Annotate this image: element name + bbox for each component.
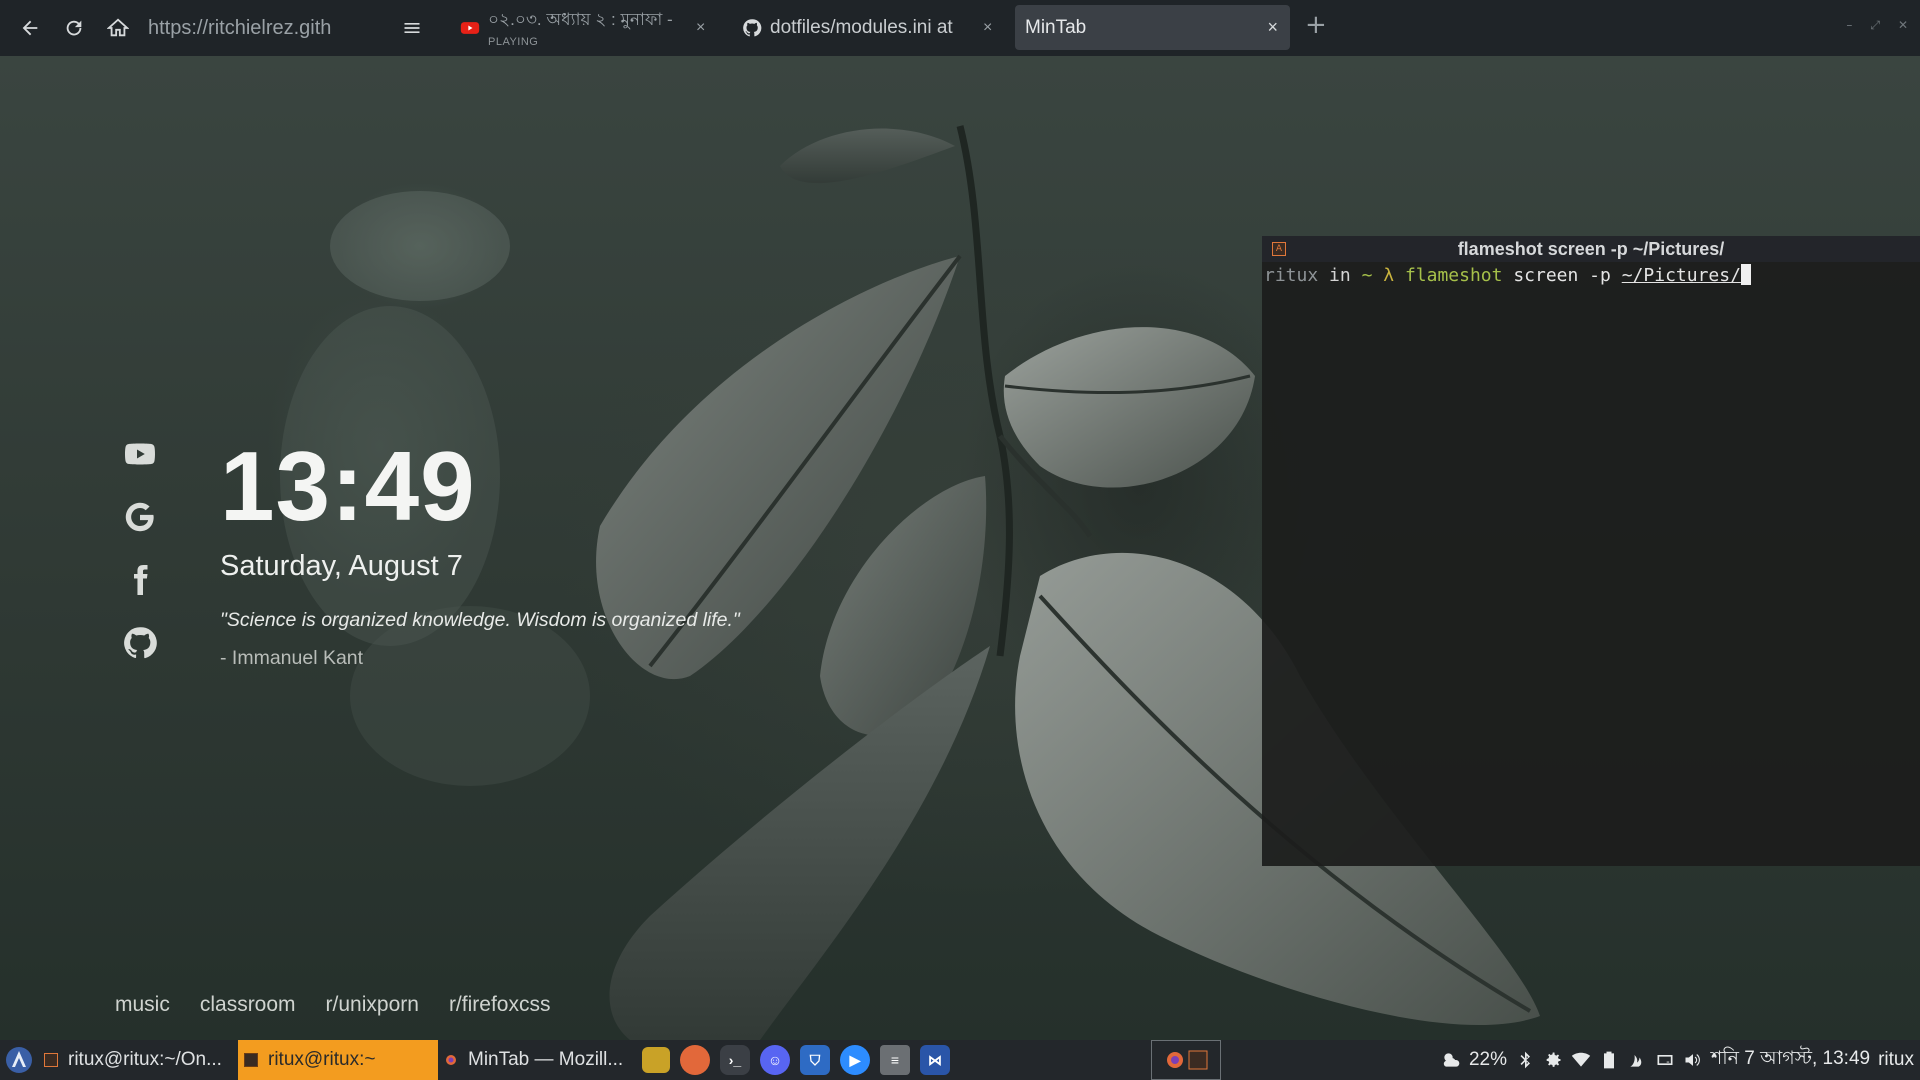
youtube-link[interactable] <box>120 436 160 472</box>
facebook-icon <box>134 565 148 595</box>
stack-icon[interactable]: ≡ <box>880 1045 910 1075</box>
social-links <box>120 436 160 661</box>
tab-mintab[interactable]: MinTab × <box>1015 5 1290 50</box>
prompt-in: in <box>1329 265 1351 286</box>
clock-date: Saturday, August 7 <box>220 550 463 582</box>
tab-playing-label: PLAYING <box>488 36 539 48</box>
clock-time: 13:49 <box>220 431 476 541</box>
firefox-icon <box>446 1055 456 1065</box>
bookmark-links: music classroom r/unixporn r/firefoxcss <box>115 993 550 1017</box>
command-path: ~/Pictures/ <box>1621 265 1741 286</box>
close-tab-button[interactable]: × <box>1267 17 1278 38</box>
bitwarden-icon[interactable]: ⛉ <box>800 1045 830 1075</box>
browser-toolbar: https://ritchielrez.gith ০২.০৩. অধ্যায় … <box>0 0 1920 56</box>
terminal-window[interactable]: A flameshot screen -p ~/Pictures/ ritux … <box>1262 236 1920 866</box>
taskbar-task-firefox[interactable]: MinTab — Mozill... <box>438 1040 638 1080</box>
back-button[interactable] <box>8 6 52 50</box>
weather-icon[interactable] <box>1441 1050 1461 1070</box>
task-label: ritux@ritux:~/On... <box>68 1049 222 1070</box>
tab-youtube[interactable]: ০২.০৩. অধ্যায় ২ : মুনাফা - PLAYING × <box>460 5 720 50</box>
github-icon <box>124 627 157 659</box>
vscode-icon[interactable]: ⋈ <box>920 1045 950 1075</box>
terminal-prompt-line[interactable]: ritux in ~ λ flameshot screen -p ~/Pictu… <box>1262 262 1920 288</box>
tab-title: MinTab <box>1025 16 1087 38</box>
window-controls: – ⤢ ✕ <box>1846 18 1908 33</box>
facebook-link[interactable] <box>120 562 160 598</box>
wifi-icon[interactable] <box>1571 1050 1591 1070</box>
discord-icon[interactable]: ☺ <box>760 1045 790 1075</box>
prompt-dir: ~ <box>1361 265 1373 286</box>
link-classroom[interactable]: classroom <box>200 993 296 1017</box>
arch-logo-icon <box>6 1047 32 1073</box>
prompt-symbol: λ <box>1383 265 1395 286</box>
taskbar-datetime[interactable]: শনি 7 আগস্ট, 13:49 <box>1711 1044 1870 1076</box>
reload-button[interactable] <box>52 6 96 50</box>
home-icon <box>107 18 129 37</box>
terminal-title: flameshot screen -p ~/Pictures/ <box>1457 238 1725 259</box>
quote-text: "Science is organized knowledge. Wisdom … <box>220 609 740 631</box>
terminal-titlebar[interactable]: A flameshot screen -p ~/Pictures/ <box>1262 236 1920 262</box>
prompt-user: ritux <box>1264 265 1319 286</box>
drive-icon[interactable] <box>1655 1050 1675 1070</box>
link-firefoxcss[interactable]: r/firefoxcss <box>449 993 551 1017</box>
quote-author: - Immanuel Kant <box>220 647 364 669</box>
start-menu-button[interactable] <box>0 1040 38 1080</box>
flame-icon[interactable] <box>1627 1050 1647 1070</box>
terminal-icon[interactable]: ›_ <box>720 1045 750 1075</box>
firefox-icon <box>1167 1052 1183 1068</box>
task-label: MinTab — Mozill... <box>468 1049 624 1070</box>
command-name: flameshot <box>1404 265 1503 286</box>
task-label: ritux@ritux:~ <box>268 1049 376 1070</box>
taskbar-user[interactable]: ritux <box>1878 1049 1914 1071</box>
terminal-app-icon <box>44 1053 58 1067</box>
terminal-app-icon <box>244 1053 258 1067</box>
home-button[interactable] <box>96 6 140 50</box>
close-window-icon[interactable]: ✕ <box>1898 18 1908 33</box>
tab-title: ০২.০৩. অধ্যায় ২ : মুনাফা - <box>488 10 673 29</box>
zoom-icon[interactable]: ▶ <box>840 1045 870 1075</box>
text-cursor <box>1740 264 1751 285</box>
firefox-icon[interactable] <box>680 1045 710 1075</box>
link-music[interactable]: music <box>115 993 170 1017</box>
close-tab-button[interactable]: × <box>983 19 992 37</box>
google-icon <box>125 502 154 532</box>
reload-icon <box>66 20 82 36</box>
workspace-pager[interactable] <box>1151 1040 1221 1080</box>
github-link[interactable] <box>120 625 160 661</box>
taskbar: ritux@ritux:~/On... ritux@ritux:~ MinTab… <box>0 1040 1920 1080</box>
url-bar[interactable]: https://ritchielrez.gith <box>148 17 358 40</box>
battery-percent: 22% <box>1468 1049 1507 1070</box>
close-tab-button[interactable]: × <box>696 19 705 37</box>
volume-icon[interactable] <box>1683 1050 1703 1070</box>
taskbar-task-terminal-1[interactable]: ritux@ritux:~/On... <box>38 1040 238 1080</box>
terminal-app-icon <box>1188 1050 1208 1070</box>
tab-title: dotfiles/modules.ini at <box>770 16 953 38</box>
system-tray: 22% শনি 7 আগস্ট, 13:49 ritux <box>1441 1040 1920 1080</box>
quick-launch: ›_ ☺ ⛉ ▶ ≡ ⋈ <box>642 1045 950 1075</box>
maximize-icon[interactable]: ⤢ <box>1870 18 1880 33</box>
command-args: screen -p <box>1513 265 1611 286</box>
arrow-left-icon <box>22 20 38 36</box>
taskbar-task-terminal-2[interactable]: ritux@ritux:~ <box>238 1040 438 1080</box>
bluetooth-icon[interactable] <box>1515 1050 1535 1070</box>
new-tab-button[interactable]: + <box>1305 10 1327 40</box>
clipboard-icon[interactable] <box>1599 1050 1619 1070</box>
hamburger-icon <box>404 23 420 33</box>
link-unixporn[interactable]: r/unixporn <box>326 993 419 1017</box>
youtube-icon <box>125 443 155 465</box>
github-icon <box>743 18 762 36</box>
settings-gear-icon[interactable] <box>1543 1050 1563 1070</box>
tab-github[interactable]: dotfiles/modules.ini at × <box>742 5 1004 50</box>
google-link[interactable] <box>120 499 160 535</box>
minimize-icon[interactable]: – <box>1846 18 1852 33</box>
files-icon[interactable] <box>642 1047 670 1073</box>
tab-list-button[interactable] <box>390 6 434 50</box>
youtube-icon <box>460 21 480 34</box>
